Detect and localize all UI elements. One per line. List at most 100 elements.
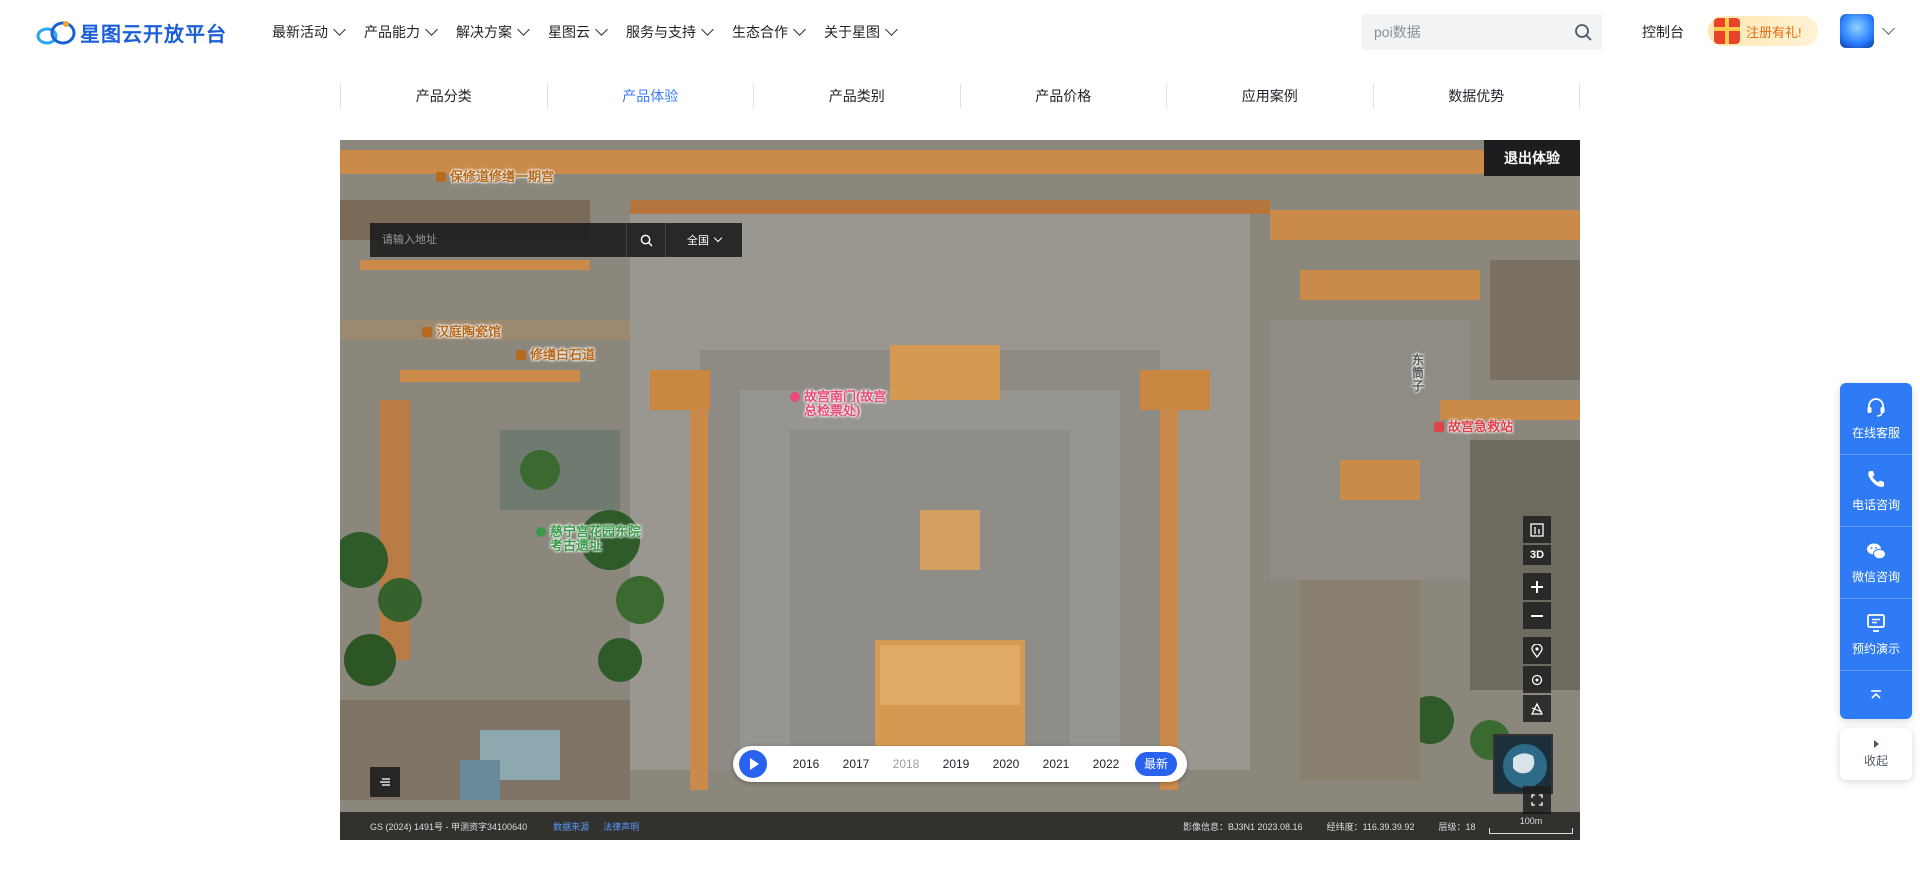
phone-consult-button[interactable]: 电话咨询 [1840,455,1912,527]
year-timeline: 2016 2017 2018 2019 2020 2021 2022 最新 [733,746,1187,782]
region-label: 全国 [687,235,709,247]
zoom-out-button[interactable] [1523,602,1551,629]
poi-text-line: 慈宁宫花园东院 [550,524,642,539]
caret-right-icon [1873,739,1879,748]
back-to-top-button[interactable] [1840,671,1912,719]
search-icon [640,234,652,246]
address-search-button[interactable] [626,223,666,257]
poi-label[interactable]: 故宫南门(故宫 总检票处) [790,390,886,418]
play-icon[interactable] [739,750,767,778]
year-option: 2018 [892,757,920,771]
poi-text-line: 总检票处) [804,403,861,418]
nav-item-services[interactable]: 服务与支持 [626,20,714,44]
scale-label: 100m [1519,816,1543,826]
avatar[interactable] [1840,14,1874,48]
location-pin-icon [790,392,800,402]
poi-text: 修缮白石道 [530,347,596,362]
nav-label: 最新活动 [272,24,328,40]
year-option[interactable]: 2016 [781,757,831,771]
wechat-consult-button[interactable]: 微信咨询 [1840,527,1912,599]
poi-label[interactable]: 故宫急救站 [1434,420,1513,434]
year-option[interactable]: 2017 [831,757,881,771]
location-button[interactable] [1523,637,1551,664]
first-aid-pin-icon [1434,422,1444,432]
layer-list-button[interactable] [370,767,400,797]
chevron-down-icon [793,23,806,36]
address-search-bar: 全国 [370,223,742,257]
minimap-globe[interactable] [1493,734,1553,794]
locate-me-button[interactable] [1523,666,1551,693]
plus-icon [1531,580,1543,593]
address-input[interactable] [370,223,626,257]
map-info: 影像信息：BJ3N1 2023.08.16 经纬度：116.39.39.92 层… [1183,812,1487,840]
compare-layers-button[interactable] [1523,516,1551,543]
tab-product-experience[interactable]: 产品体验 [546,84,754,108]
nav-item-solutions[interactable]: 解决方案 [456,20,530,44]
book-demo-button[interactable]: 预约演示 [1840,599,1912,671]
monitor-icon [1867,614,1885,632]
poi-label[interactable]: 修缮白石道 [516,348,595,362]
logo-text: 星图云开放平台 [80,23,227,46]
tab-product-category[interactable]: 产品分类 [340,84,547,108]
chevron-down-icon [333,23,346,36]
measure-icon [1530,702,1544,715]
chevron-down-icon [701,23,714,36]
tab-product-price[interactable]: 产品价格 [959,84,1167,108]
chevron-down-icon [713,233,723,243]
poi-text: 保修道修缮一期宫 [450,169,555,184]
fullscreen-button[interactable] [1523,786,1551,814]
scale-bar: 100m [1489,816,1573,836]
nav-item-about[interactable]: 关于星图 [824,20,898,44]
year-option[interactable]: 2021 [1031,757,1081,771]
coordinates: 经纬度：116.39.39.92 [1326,821,1415,832]
poi-label[interactable]: 慈宁宫花园东院 考古遗址 [536,525,641,553]
minus-icon [1531,614,1543,617]
nav-item-products[interactable]: 产品能力 [364,20,438,44]
tab-use-cases[interactable]: 应用案例 [1166,84,1373,108]
headset-icon [1867,398,1885,417]
chevron-down-icon [595,23,608,36]
logo[interactable]: 星图云开放平台 [36,16,227,48]
tab-product-type[interactable]: 产品类别 [753,84,960,108]
legal-link[interactable]: 法律声明 [603,820,639,833]
region-select[interactable]: 全国 [666,232,742,248]
poi-text: 汉庭陶瓷馆 [436,324,502,339]
data-source-link[interactable]: 数据来源 [553,820,589,833]
tab-data-advantages[interactable]: 数据优势 [1372,84,1580,108]
nav-item-startmap-cloud[interactable]: 星图云 [548,20,608,44]
nav-label: 产品能力 [364,24,420,40]
year-option[interactable]: 2019 [931,757,981,771]
tree-pin-icon [536,527,546,537]
3d-toggle-button[interactable]: 3D [1523,545,1551,565]
year-option[interactable]: 2020 [981,757,1031,771]
building-pin-icon [436,172,446,182]
collapse-panel-button[interactable]: 收起 [1840,728,1912,780]
chevron-down-icon [425,23,438,36]
exit-experience-button[interactable]: 退出体验 [1484,140,1580,176]
year-option[interactable]: 2022 [1081,757,1131,771]
nav-item-latest-events[interactable]: 最新活动 [272,20,346,44]
building-pin-icon [422,327,432,337]
search-icon[interactable] [1574,23,1592,41]
chevron-down-icon [885,23,898,36]
wechat-icon [1867,543,1886,560]
measure-button[interactable] [1523,695,1551,722]
scale-line [1489,828,1573,834]
online-service-button[interactable]: 在线客服 [1840,383,1912,455]
nav-item-ecosystem[interactable]: 生态合作 [732,20,806,44]
console-link[interactable]: 控制台 [1642,22,1684,42]
chevron-down-icon[interactable] [1882,22,1895,35]
zoom-in-button[interactable] [1523,573,1551,600]
fullscreen-icon [1531,794,1543,806]
crosshair-icon [1531,674,1543,685]
cloud-logo-icon [36,21,76,45]
register-gift-button[interactable]: 注册有礼! [1708,16,1818,46]
poi-text-line: 故宫南门(故宫 [804,389,887,404]
poi-label[interactable]: 保修道修缮一期宫 [436,170,554,184]
year-latest-option[interactable]: 最新 [1135,752,1177,776]
poi-label[interactable]: 汉庭陶瓷馆 [422,325,501,339]
header-search [1362,14,1602,50]
satellite-map[interactable]: 保修道修缮一期宫 汉庭陶瓷馆 修缮白石道 故宫南门(故宫 总检票处) 慈宁宫花园东… [340,140,1580,840]
float-item-label: 微信咨询 [1851,570,1900,584]
search-input[interactable] [1374,24,1564,40]
